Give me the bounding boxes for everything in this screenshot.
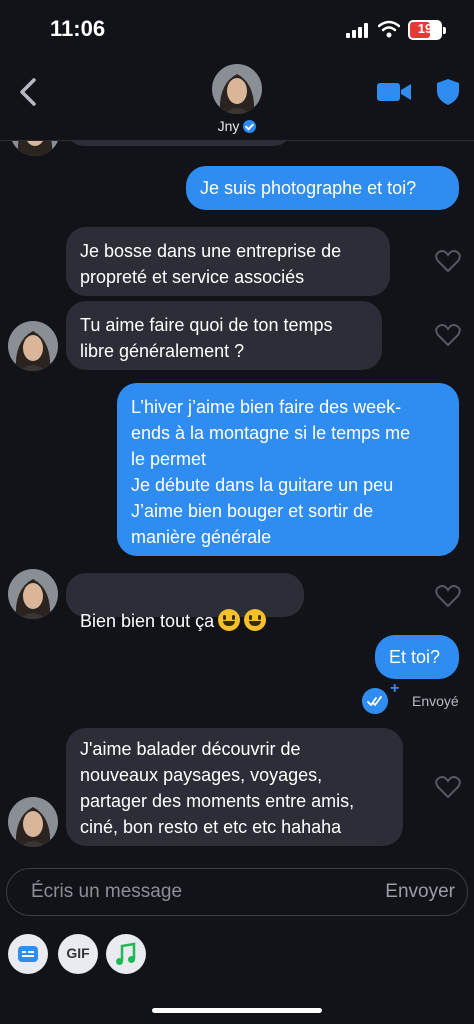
- heart-icon[interactable]: [435, 323, 461, 347]
- verified-badge-icon: [243, 120, 257, 133]
- contact-avatar-small: [10, 140, 60, 156]
- contact-avatar-small[interactable]: [8, 569, 58, 619]
- contact-name-text: Jny: [217, 118, 240, 134]
- message-composer[interactable]: Écris un message Envoyer: [6, 868, 468, 916]
- chat-header: Jny: [0, 60, 474, 141]
- battery-level: 19: [417, 21, 433, 36]
- contact-name[interactable]: Jny: [0, 118, 474, 134]
- sent-check-icon: [362, 688, 388, 714]
- contact-avatar-small[interactable]: [8, 797, 58, 847]
- sent-status: Envoyé: [412, 693, 459, 709]
- send-button[interactable]: Envoyer: [385, 881, 455, 903]
- video-call-icon[interactable]: [376, 80, 412, 104]
- music-button[interactable]: [106, 934, 146, 974]
- signal-icon: [346, 22, 370, 38]
- message-outgoing[interactable]: Je suis photographe et toi?: [186, 166, 459, 210]
- back-icon[interactable]: [14, 74, 44, 110]
- message-outgoing[interactable]: Et toi?: [375, 635, 459, 679]
- home-indicator: [152, 1008, 322, 1013]
- status-time: 11:06: [50, 16, 106, 41]
- shield-icon[interactable]: [436, 78, 460, 106]
- message-text: Bien bien tout ça: [80, 611, 215, 631]
- message-input[interactable]: Écris un message: [31, 881, 182, 903]
- contact-avatar-small[interactable]: [8, 321, 58, 371]
- gif-button[interactable]: GIF: [58, 934, 98, 974]
- heart-icon[interactable]: [435, 775, 461, 799]
- grinning-emoji-icon: [218, 609, 241, 631]
- status-bar: 11:06 19: [0, 0, 474, 60]
- message-outgoing[interactable]: L’hiver j’aime bien faire des week- ends…: [117, 383, 459, 556]
- heart-icon[interactable]: [435, 249, 461, 273]
- message-incoming[interactable]: J'aime balader découvrir de nouveaux pay…: [66, 728, 403, 846]
- sticker-icon: [18, 946, 38, 962]
- plus-icon: +: [390, 680, 400, 697]
- contact-avatar[interactable]: [212, 64, 262, 114]
- sticker-button[interactable]: [8, 934, 48, 974]
- wifi-icon: [378, 20, 400, 38]
- composer-toolbar: GIF: [0, 930, 474, 980]
- message-list[interactable]: Je suis photographe et toi? Je bosse dan…: [0, 140, 474, 860]
- music-icon: [116, 942, 136, 965]
- heart-icon[interactable]: [435, 584, 461, 608]
- battery-icon: 19: [408, 20, 446, 40]
- gif-label: GIF: [66, 945, 90, 961]
- beaming-emoji-icon: [244, 609, 267, 631]
- message-incoming[interactable]: Je bosse dans une entreprise de propreté…: [66, 227, 390, 296]
- message-incoming[interactable]: Bien bien tout ça: [66, 573, 304, 631]
- message-incoming[interactable]: Tu aime faire quoi de ton temps libre gé…: [66, 301, 382, 370]
